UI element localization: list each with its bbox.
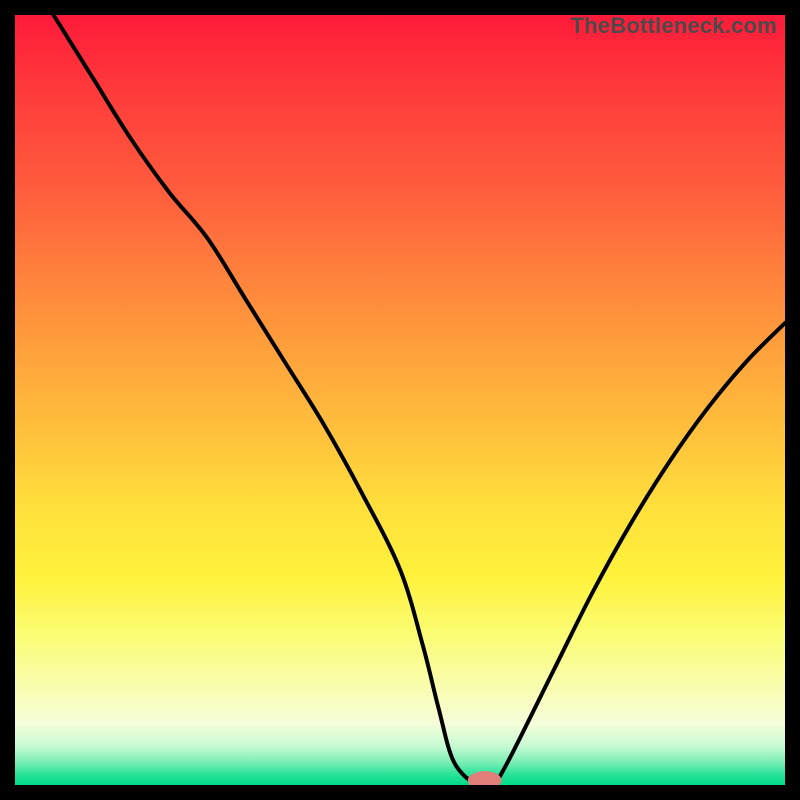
bottleneck-curve-path — [54, 15, 786, 785]
chart-container: TheBottleneck.com — [0, 0, 800, 800]
curve-svg — [15, 15, 785, 785]
optimum-marker — [468, 771, 502, 785]
plot-area: TheBottleneck.com — [15, 15, 785, 785]
